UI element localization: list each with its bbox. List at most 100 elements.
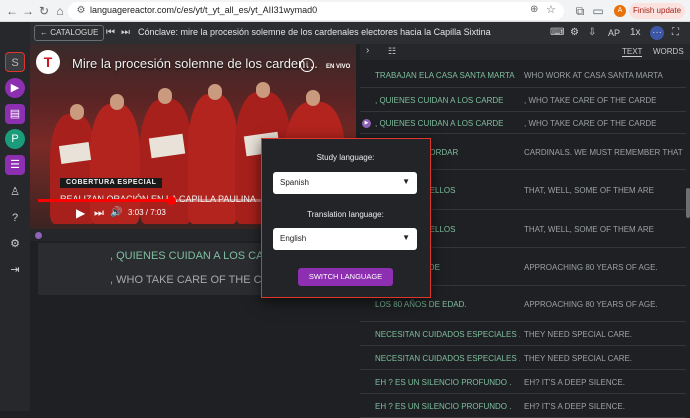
app-sidebar: S ▶ ▤ P ☰ ♙ ? ⚙ ⇥ <box>0 22 30 411</box>
transcript-spanish[interactable]: LOS 80 AÑOS DE EDAD. <box>375 298 520 311</box>
transcript-english: WHO WORK AT CASA SANTA MARTA <box>524 71 663 80</box>
transcript-spanish[interactable]: NECESITAN CUIDADOS ESPECIALES . <box>375 352 520 365</box>
play-icon[interactable]: ▶ <box>76 206 85 220</box>
video-progress-fill <box>38 199 172 202</box>
address-bar[interactable]: ⚙ languagereactor.com/c/es/yt/t_yt_all_e… <box>68 2 564 20</box>
video-timecode: 3:03 / 7:03 <box>128 208 166 217</box>
translation-language-value: English <box>280 234 307 243</box>
download-icon[interactable]: ⇩ <box>588 26 596 40</box>
catalogue-button[interactable]: ← CATALOGUE <box>34 25 105 41</box>
live-badge: EN VIVO <box>326 64 351 70</box>
next-video-icon[interactable]: ⏭ <box>121 26 130 40</box>
transcript-spanish[interactable]: TRABAJAN ELA CASA SANTA MARTA <box>375 69 520 82</box>
play-mode-icon[interactable]: ▶ <box>5 78 25 98</box>
study-language-label: Study language: <box>316 153 375 162</box>
settings-gear-icon[interactable]: ⚙ <box>5 234 25 254</box>
site-info-icon[interactable]: ⚙ <box>74 4 88 18</box>
special-coverage-banner: COBERTURA ESPECIAL <box>60 178 163 188</box>
playback-speed-button[interactable]: 1x <box>630 26 641 40</box>
transcript-english: CARDINALS. WE MUST REMEMBER THAT <box>524 148 683 157</box>
translation-language-label: Translation language: <box>307 210 384 219</box>
chevron-down-icon: ▼ <box>402 233 410 242</box>
transcript-row[interactable]: EH ? ES UN SILENCIO PROFUNDO . EH? IT'S A… <box>360 394 686 418</box>
video-face <box>158 88 172 104</box>
transcript-english: APPROACHING 80 YEARS OF AGE. <box>524 263 658 272</box>
translation-language-select[interactable]: English ▼ <box>273 228 417 250</box>
transcript-english: EH? IT'S A DEEP SILENCE. <box>524 378 625 387</box>
transcript-spanish[interactable]: EH ? ES UN SILENCIO PROFUNDO . <box>375 376 520 389</box>
transcript-spanish[interactable]: EH ? ES UN SILENCIO PROFUNDO . <box>375 400 520 413</box>
app-header: ← CATALOGUE ⏮ ⏭ Cónclave: mire la proces… <box>30 22 690 44</box>
person-icon[interactable]: ♙ <box>5 182 25 202</box>
video-figure <box>90 104 140 224</box>
transcript-english: THAT, WELL, SOME OF THEM ARE <box>524 186 654 195</box>
settings-icon[interactable]: ⚙ <box>570 26 579 40</box>
current-line-icon[interactable]: ▶ <box>362 119 371 128</box>
phrasepump-icon[interactable]: P <box>5 129 25 149</box>
video-face <box>306 90 320 106</box>
browser-toolbar: ← → ↻ ⌂ ⚙ languagereactor.com/c/es/yt/t_… <box>0 0 690 22</box>
transcript-english: THEY NEED SPECIAL CARE. <box>524 330 633 339</box>
saved-items-icon[interactable]: ☰ <box>5 155 25 175</box>
video-overlay-title: Mire la procesión solemne de los carden… <box>72 56 319 71</box>
finish-update-button[interactable]: Finish update <box>629 3 685 19</box>
chevron-right-icon[interactable]: › <box>366 45 369 56</box>
video-face <box>208 84 222 100</box>
transcript-english: APPROACHING 80 YEARS OF AGE. <box>524 300 658 309</box>
home-icon[interactable]: ⌂ <box>52 3 68 19</box>
transcript-english: THEY NEED SPECIAL CARE. <box>524 354 633 363</box>
extensions-icon[interactable]: ⧉ <box>572 3 588 19</box>
keyboard-icon[interactable]: ⌨ <box>550 26 564 40</box>
transcript-row[interactable]: TRABAJAN ELA CASA SANTA MARTA WHO WORK AT… <box>360 62 686 88</box>
switch-language-button[interactable]: SWITCH LANGUAGE <box>298 268 393 286</box>
transcript-scrollbar[interactable] <box>686 188 690 218</box>
chevron-down-icon: ▼ <box>402 177 410 186</box>
transcript-english: , WHO TAKE CARE OF THE CARDE <box>524 96 657 105</box>
transcript-row[interactable]: EH ? ES UN SILENCIO PROFUNDO . EH? IT'S A… <box>360 370 686 394</box>
subtitles-toggle-icon[interactable]: S <box>5 52 25 72</box>
transcript-english: , WHO TAKE CARE OF THE CARDE <box>524 119 657 128</box>
language-settings-dialog: Study language: Spanish ▼ Translation la… <box>261 138 431 298</box>
forward-arrow-icon[interactable]: → <box>20 3 36 19</box>
previous-video-icon[interactable]: ⏮ <box>106 26 115 40</box>
transcript-row[interactable]: ▶ , QUIENES CUIDAN A LOS CARDE , WHO TAKE … <box>360 112 686 134</box>
transcript-english: THAT, WELL, SOME OF THEM ARE <box>524 225 654 234</box>
video-face <box>256 82 270 98</box>
transcript-english: EH? IT'S A DEEP SILENCE. <box>524 402 625 411</box>
channel-logo: T <box>36 50 60 74</box>
back-arrow-icon[interactable]: ← <box>4 3 20 19</box>
bookmark-star-icon[interactable]: ☆ <box>546 3 556 16</box>
reload-icon[interactable]: ↻ <box>36 3 52 19</box>
transcript-spanish[interactable]: , QUIENES CUIDAN A LOS CARDE <box>375 94 520 107</box>
info-icon[interactable]: i <box>300 58 314 72</box>
profile-avatar[interactable]: A <box>614 5 626 17</box>
autopause-button[interactable]: AP <box>608 26 620 40</box>
video-figure <box>140 99 192 224</box>
help-icon[interactable]: ? <box>5 208 25 228</box>
volume-icon[interactable]: 🔊 <box>110 207 122 218</box>
chat-icon[interactable]: ▤ <box>5 104 25 124</box>
transcript-row[interactable]: NECESITAN CUIDADOS ESPECIALES . THEY NEED… <box>360 346 686 370</box>
study-language-select[interactable]: Spanish ▼ <box>273 172 417 194</box>
transcript-spanish[interactable]: , QUIENES CUIDAN A LOS CARDE <box>375 117 520 130</box>
logout-icon[interactable]: ⇥ <box>5 260 25 280</box>
more-options-icon[interactable]: ··· <box>650 26 664 40</box>
study-language-value: Spanish <box>280 178 309 187</box>
zoom-icon[interactable]: ⊕ <box>530 4 538 15</box>
video-figure <box>188 94 238 224</box>
fullscreen-icon[interactable]: ⛶ <box>672 26 679 40</box>
timeline-marker[interactable] <box>35 232 42 239</box>
transcript-row[interactable]: NECESITAN CUIDADOS ESPECIALES . THEY NEED… <box>360 322 686 346</box>
tab-words[interactable]: WORDS <box>653 47 684 56</box>
transcript-toolbar: › ☷ TEXT WORDS <box>360 44 690 60</box>
next-icon[interactable]: ⏭ <box>94 207 104 220</box>
transcript-spanish[interactable]: NECESITAN CUIDADOS ESPECIALES . <box>375 328 520 341</box>
url-text[interactable]: languagereactor.com/c/es/yt/t_yt_all_es/… <box>90 5 317 15</box>
sidepanel-icon[interactable]: ▭ <box>590 3 606 19</box>
tab-text[interactable]: TEXT <box>622 47 643 57</box>
list-view-icon[interactable]: ☷ <box>388 46 396 57</box>
catalogue-label: CATALOGUE <box>50 28 99 37</box>
transcript-row[interactable]: , QUIENES CUIDAN A LOS CARDE , WHO TAKE C… <box>360 88 686 112</box>
video-title: Cónclave: mire la procesión solemne de l… <box>138 27 491 37</box>
video-face <box>110 94 124 110</box>
